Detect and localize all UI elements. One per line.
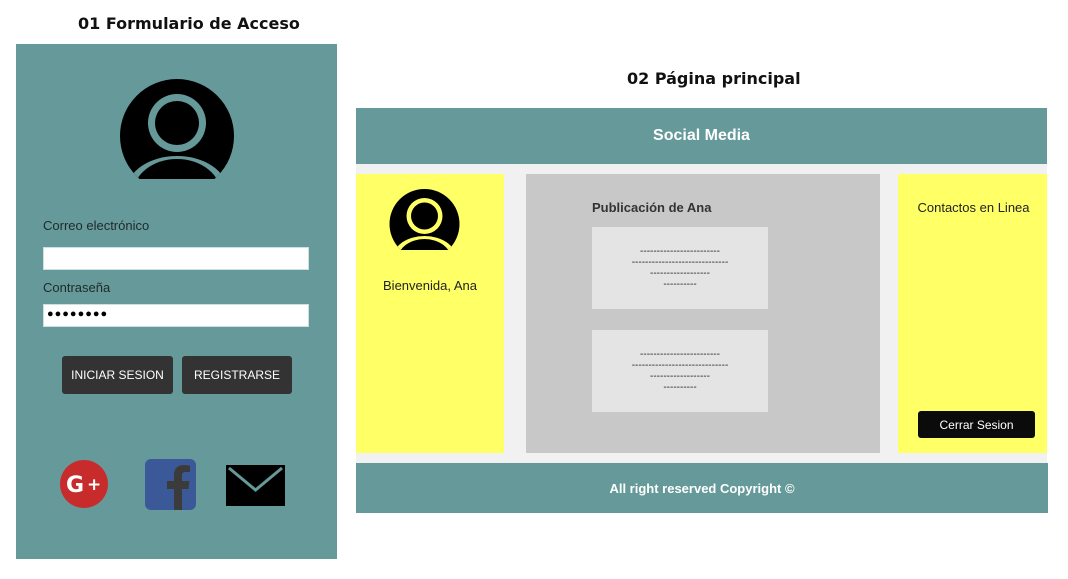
main-screen-title: 02 Página principal bbox=[627, 69, 801, 88]
svg-text:+: + bbox=[87, 475, 101, 495]
login-panel: Correo electrónico Contraseña ●●●●●●●● I… bbox=[16, 44, 337, 559]
mail-icon[interactable] bbox=[226, 465, 285, 506]
profile-sidebar: Bienvenida, Ana bbox=[356, 174, 504, 453]
post-line: ------------------ bbox=[650, 268, 710, 279]
post-line: ------------------ bbox=[650, 371, 710, 382]
login-button[interactable]: INICIAR SESION bbox=[62, 356, 173, 394]
post-line: ------------------------ bbox=[640, 349, 720, 360]
post-line: ---------- bbox=[663, 279, 697, 290]
site-title: Social Media bbox=[653, 127, 750, 144]
password-label: Contraseña bbox=[43, 280, 111, 295]
login-screen-title: 01 Formulario de Acceso bbox=[78, 14, 300, 33]
feed-panel: Publicación de Ana ---------------------… bbox=[526, 174, 880, 453]
logout-button[interactable]: Cerrar Sesion bbox=[918, 411, 1035, 438]
profile-avatar-icon bbox=[389, 189, 460, 250]
footer-copyright: All right reserved Copyright © bbox=[609, 480, 795, 496]
post-line: ----------------------------- bbox=[631, 257, 729, 268]
welcome-text: Bienvenida, Ana bbox=[383, 278, 477, 293]
post-line: ---------- bbox=[663, 382, 697, 393]
site-footer: All right reserved Copyright © bbox=[356, 463, 1048, 513]
register-button[interactable]: REGISTRARSE bbox=[182, 356, 292, 394]
post-line: ----------------------------- bbox=[631, 360, 729, 371]
user-avatar-icon bbox=[120, 79, 234, 179]
post-line: ------------------------ bbox=[640, 246, 720, 257]
svg-text:G: G bbox=[66, 473, 84, 498]
post-card[interactable]: ------------------------ ---------------… bbox=[592, 227, 768, 309]
google-plus-icon[interactable]: G + bbox=[59, 458, 109, 510]
facebook-icon[interactable] bbox=[145, 459, 196, 510]
post-card[interactable]: ------------------------ ---------------… bbox=[592, 330, 768, 412]
publication-title: Publicación de Ana bbox=[592, 200, 712, 215]
email-label: Correo electrónico bbox=[43, 218, 150, 233]
contacts-title: Contactos en Linea bbox=[917, 200, 1030, 215]
site-header: Social Media bbox=[356, 108, 1047, 164]
password-field[interactable]: ●●●●●●●● bbox=[43, 304, 309, 327]
email-field[interactable] bbox=[43, 247, 309, 270]
